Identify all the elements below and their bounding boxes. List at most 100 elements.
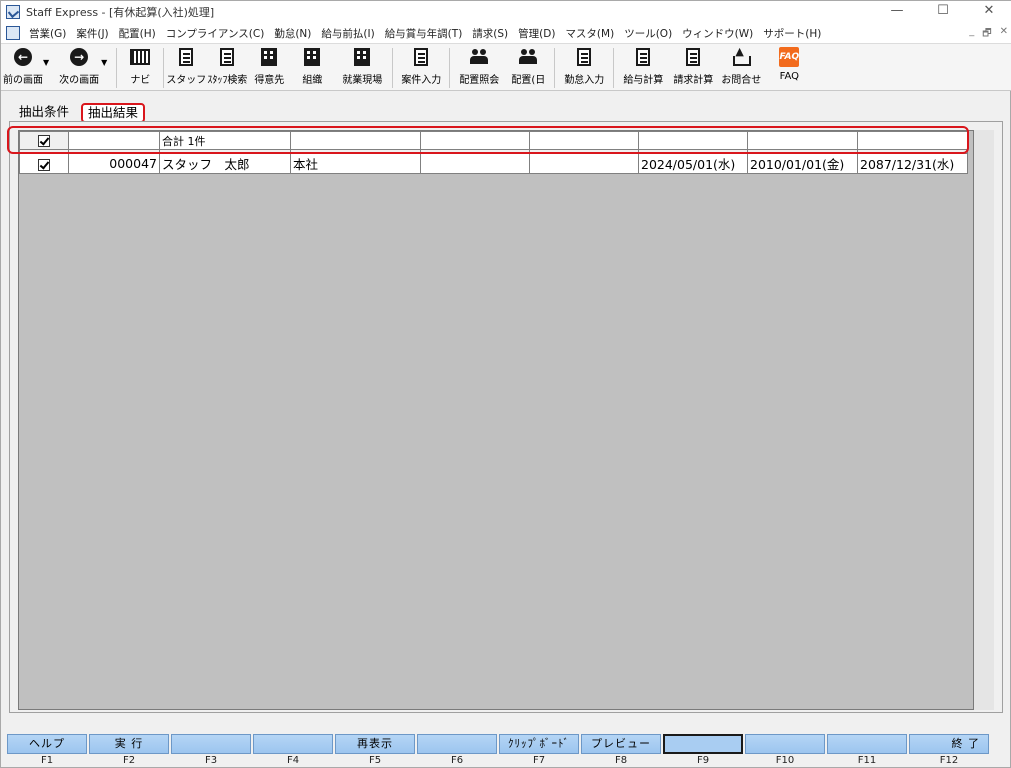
building-icon <box>261 48 278 66</box>
document-icon[interactable] <box>6 26 20 40</box>
f6-button[interactable] <box>417 734 497 754</box>
menu-advance-pay[interactable]: 給与前払(I) <box>316 26 379 41</box>
menu-sales[interactable]: 営業(G) <box>24 26 71 41</box>
menu-admin[interactable]: 管理(D) <box>513 26 560 41</box>
calculator-icon <box>636 48 651 66</box>
fkey-f4: F4 <box>253 734 333 767</box>
client-button[interactable]: 得意先 <box>249 44 289 90</box>
menu-window[interactable]: ウィンドウ(W) <box>677 26 758 41</box>
faq-button[interactable]: FAQ FAQ <box>765 44 813 90</box>
arrow-right-icon: → <box>70 48 89 66</box>
org-button[interactable]: 組織 <box>289 44 335 90</box>
assign-day-button[interactable]: 配置(日 <box>505 44 551 90</box>
chevron-down-icon[interactable]: ▼ <box>43 58 49 67</box>
fkey-label: F9 <box>696 755 710 766</box>
fkey-f1: ヘルプ F1 <box>7 734 87 767</box>
menu-support[interactable]: サポート(H) <box>758 26 826 41</box>
maximize-button[interactable]: ☐ <box>920 1 966 23</box>
window-controls: — ☐ ✕ <box>874 1 1011 23</box>
contract-start-cell[interactable]: 2024/05/01(水) <box>638 153 748 174</box>
results-panel: 対象 スタッフNO スタッフ氏名 所属部門 入社年月日 有休起算日 契約開始日 … <box>9 121 1003 713</box>
close-button[interactable]: ✕ <box>966 1 1011 23</box>
f10-button[interactable] <box>745 734 825 754</box>
org-label: 組織 <box>302 75 323 86</box>
department-cell[interactable]: 本社 <box>290 153 421 174</box>
tab-results[interactable]: 抽出結果 <box>81 103 146 123</box>
vertical-scrollbar[interactable] <box>974 130 994 710</box>
billing-label: 請求計算 <box>673 75 714 86</box>
staff-no-cell[interactable]: 000047 <box>68 153 160 174</box>
mdi-controls: _ 🗗 ✕ <box>969 26 1008 43</box>
toolbar-divider <box>613 48 615 88</box>
tab-conditions[interactable]: 抽出条件 <box>15 103 73 123</box>
case-doc-icon <box>414 48 429 66</box>
menu-case[interactable]: 案件(J) <box>71 26 113 41</box>
totals-target-cell[interactable] <box>19 131 69 150</box>
site-label: 就業現場 <box>342 75 383 86</box>
totals-row: 合計 1件 <box>19 131 968 150</box>
staff-name-cell[interactable]: スタッフ 太郎 <box>159 153 291 174</box>
mdi-restore-button[interactable]: 🗗 <box>982 26 991 43</box>
table-row[interactable]: 000047 スタッフ 太郎 本社 2024/05/01(水) 2010/01/… <box>19 153 968 174</box>
totals-count-cell: 合計 1件 <box>159 131 291 150</box>
assign-day-label: 配置(日 <box>511 75 546 86</box>
f4-button[interactable] <box>253 734 333 754</box>
totals-empty-cell <box>68 131 160 150</box>
staff-search-button[interactable]: ｽﾀｯﾌ検索 <box>205 44 249 90</box>
site-button[interactable]: 就業現場 <box>335 44 389 90</box>
hire-date-cell[interactable] <box>420 153 530 174</box>
contact-button[interactable]: お問合せ <box>717 44 765 90</box>
target-cell[interactable] <box>19 153 69 174</box>
exit-button[interactable]: 終 了 <box>909 734 989 754</box>
fkey-label: F2 <box>122 755 136 766</box>
fkey-f10: F10 <box>745 734 825 767</box>
staff-button[interactable]: スタッフ <box>166 44 206 90</box>
chevron-down-icon[interactable]: ▼ <box>101 58 107 67</box>
case-entry-button[interactable]: 案件入力 <box>396 44 446 90</box>
navi-label: ナビ <box>130 75 151 86</box>
select-all-checkbox[interactable] <box>38 135 50 147</box>
fkey-label: F10 <box>775 755 795 766</box>
minimize-button[interactable]: — <box>874 1 920 23</box>
fkey-label: F11 <box>857 755 877 766</box>
prev-screen-button[interactable]: ← 前の画面 <box>1 44 45 90</box>
target-checkbox[interactable] <box>38 158 50 171</box>
attendance-label: 勤怠入力 <box>564 75 605 86</box>
fkey-label: F4 <box>286 755 300 766</box>
menu-payroll[interactable]: 給与賞与年調(T) <box>380 26 468 41</box>
execute-button[interactable]: 実 行 <box>89 734 169 754</box>
clipboard-button[interactable]: ｸﾘｯﾌﾟﾎﾞｰﾄﾞ <box>499 734 579 754</box>
results-grid[interactable]: 対象 スタッフNO スタッフ氏名 所属部門 入社年月日 有休起算日 契約開始日 … <box>18 130 974 710</box>
menu-billing[interactable]: 請求(S) <box>467 26 513 41</box>
refresh-button[interactable]: 再表示 <box>335 734 415 754</box>
preview-button[interactable]: プレビュー <box>581 734 661 754</box>
next-screen-button[interactable]: → 次の画面 <box>55 44 103 90</box>
menu-tools[interactable]: ツール(O) <box>619 26 677 41</box>
history-start-cell[interactable]: 2010/01/01(金) <box>747 153 858 174</box>
tab-strip: 抽出条件 抽出結果 <box>15 103 146 123</box>
f11-button[interactable] <box>827 734 907 754</box>
help-button[interactable]: ヘルプ <box>7 734 87 754</box>
f9-button[interactable] <box>663 734 743 754</box>
mdi-close-button[interactable]: ✕ <box>1000 26 1008 43</box>
history-end-cell[interactable]: 2087/12/31(水) <box>857 153 968 174</box>
billing-button[interactable]: 請求計算 <box>669 44 717 90</box>
fkey-label: F5 <box>368 755 382 766</box>
menu-master[interactable]: マスタ(M) <box>560 26 619 41</box>
case-entry-label: 案件入力 <box>401 75 442 86</box>
staff-search-label: ｽﾀｯﾌ検索 <box>207 75 248 86</box>
assign-inquiry-label: 配置照会 <box>459 75 500 86</box>
navi-button[interactable]: ナビ <box>120 44 160 90</box>
assign-inquiry-button[interactable]: 配置照会 <box>453 44 505 90</box>
totals-empty-cell <box>747 131 858 150</box>
fkey-f8: プレビュー F8 <box>581 734 661 767</box>
menu-attendance[interactable]: 勤怠(N) <box>269 26 316 41</box>
leave-start-cell[interactable] <box>529 153 639 174</box>
menu-compliance[interactable]: コンプライアンス(C) <box>161 26 270 41</box>
f3-button[interactable] <box>171 734 251 754</box>
menu-assign[interactable]: 配置(H) <box>114 26 161 41</box>
attendance-button[interactable]: 勤怠入力 <box>558 44 610 90</box>
toolbar-divider <box>116 48 118 88</box>
mdi-minimize-button[interactable]: _ <box>969 26 974 43</box>
payroll-button[interactable]: 給与計算 <box>617 44 669 90</box>
